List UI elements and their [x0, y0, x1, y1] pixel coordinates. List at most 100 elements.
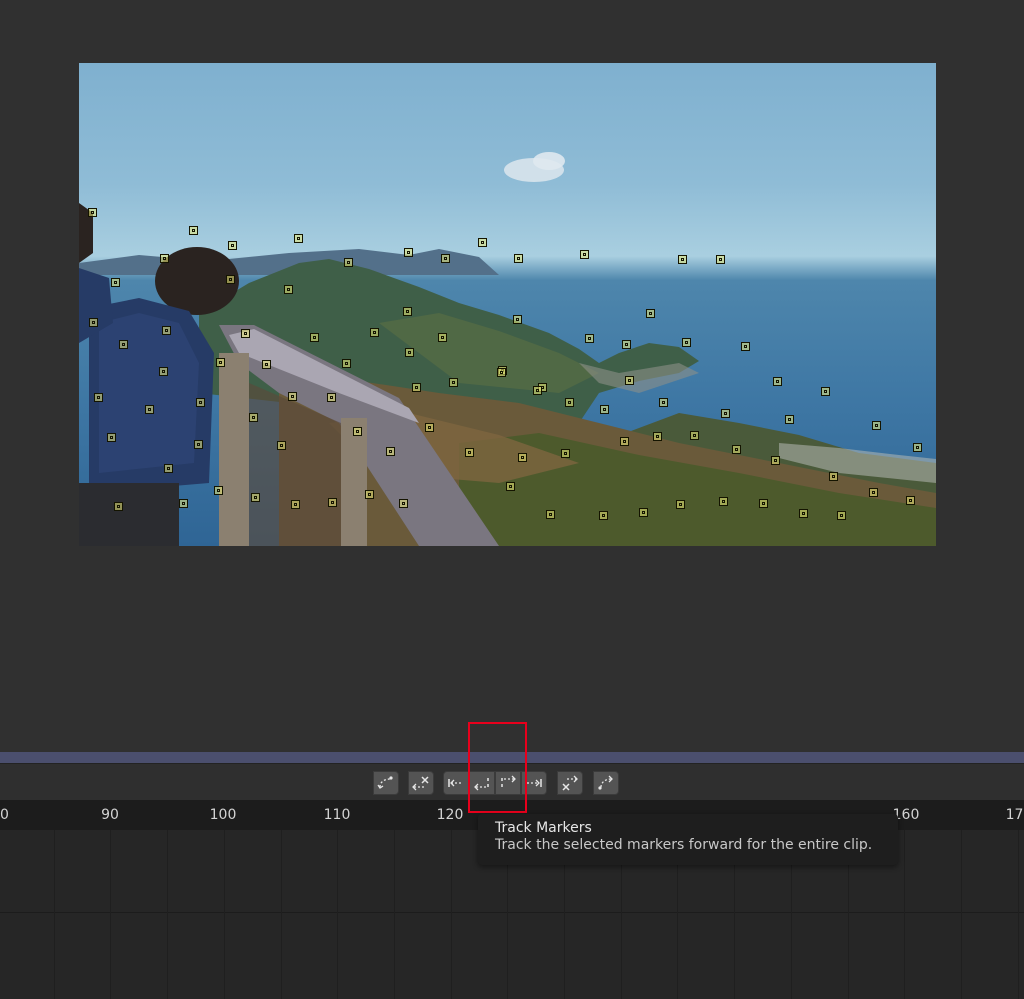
tracking-marker-icon[interactable]: [241, 329, 250, 338]
tracking-marker-icon[interactable]: [600, 405, 609, 414]
tracking-marker-icon[interactable]: [659, 398, 668, 407]
tracking-marker-icon[interactable]: [829, 472, 838, 481]
tracking-marker-icon[interactable]: [214, 486, 223, 495]
tracking-marker-icon[interactable]: [291, 500, 300, 509]
tracking-marker-icon[interactable]: [625, 376, 634, 385]
tracking-marker-icon[interactable]: [561, 449, 570, 458]
tracking-marker-icon[interactable]: [425, 423, 434, 432]
tracking-marker-icon[interactable]: [94, 393, 103, 402]
tracking-marker-icon[interactable]: [799, 509, 808, 518]
track-markers-backward-all-button[interactable]: [443, 771, 469, 795]
tracking-marker-icon[interactable]: [716, 255, 725, 264]
tracking-marker-icon[interactable]: [639, 508, 648, 517]
tracking-marker-icon[interactable]: [676, 500, 685, 509]
tracking-marker-icon[interactable]: [194, 440, 203, 449]
tracking-marker-icon[interactable]: [288, 392, 297, 401]
tracking-marker-icon[interactable]: [533, 386, 542, 395]
tracking-marker-icon[interactable]: [386, 447, 395, 456]
tracking-marker-icon[interactable]: [565, 398, 574, 407]
tracking-marker-icon[interactable]: [399, 499, 408, 508]
tracking-marker-icon[interactable]: [837, 511, 846, 520]
footage-frame[interactable]: [79, 63, 936, 546]
tracking-marker-icon[interactable]: [216, 358, 225, 367]
tracking-marker-icon[interactable]: [88, 208, 97, 217]
tracking-marker-icon[interactable]: [653, 432, 662, 441]
tracking-marker-icon[interactable]: [620, 437, 629, 446]
clear-track-path-forward-button[interactable]: [593, 771, 619, 795]
clip-viewer[interactable]: [0, 0, 1024, 752]
tracking-marker-icon[interactable]: [719, 497, 728, 506]
tracking-marker-icon[interactable]: [277, 441, 286, 450]
area-divider[interactable]: [0, 752, 1024, 764]
tracking-marker-icon[interactable]: [622, 340, 631, 349]
tracking-marker-icon[interactable]: [412, 383, 421, 392]
tracking-marker-icon[interactable]: [251, 493, 260, 502]
tracking-marker-icon[interactable]: [107, 433, 116, 442]
tracking-marker-icon[interactable]: [328, 498, 337, 507]
tracking-marker-icon[interactable]: [759, 499, 768, 508]
clear-track-path-x-button[interactable]: [408, 771, 434, 795]
tracking-marker-icon[interactable]: [682, 338, 691, 347]
tracking-marker-icon[interactable]: [478, 238, 487, 247]
track-markers-forward-button[interactable]: [495, 771, 521, 795]
tracking-marker-icon[interactable]: [344, 258, 353, 267]
tracking-marker-icon[interactable]: [342, 359, 351, 368]
tracking-marker-icon[interactable]: [869, 488, 878, 497]
clear-track-path-after-button[interactable]: [557, 771, 583, 795]
tracking-marker-icon[interactable]: [506, 482, 515, 491]
tracking-marker-icon[interactable]: [249, 413, 258, 422]
tracking-marker-icon[interactable]: [114, 502, 123, 511]
tracking-marker-icon[interactable]: [160, 254, 169, 263]
tracking-marker-icon[interactable]: [196, 398, 205, 407]
clear-track-path-backward-button[interactable]: [373, 771, 399, 795]
tracking-marker-icon[interactable]: [771, 456, 780, 465]
tracking-marker-icon[interactable]: [262, 360, 271, 369]
tracking-marker-icon[interactable]: [514, 254, 523, 263]
tracking-marker-icon[interactable]: [370, 328, 379, 337]
tracking-marker-icon[interactable]: [732, 445, 741, 454]
tracking-marker-icon[interactable]: [518, 453, 527, 462]
tracking-marker-icon[interactable]: [497, 368, 506, 377]
tracking-marker-icon[interactable]: [690, 431, 699, 440]
tracking-marker-icon[interactable]: [465, 448, 474, 457]
tracking-marker-icon[interactable]: [353, 427, 362, 436]
tracking-marker-icon[interactable]: [872, 421, 881, 430]
tracking-marker-icon[interactable]: [189, 226, 198, 235]
tracking-marker-icon[interactable]: [599, 511, 608, 520]
tracking-marker-icon[interactable]: [678, 255, 687, 264]
tracking-marker-icon[interactable]: [365, 490, 374, 499]
tracking-marker-icon[interactable]: [284, 285, 293, 294]
tracking-marker-icon[interactable]: [162, 326, 171, 335]
tracking-marker-icon[interactable]: [741, 342, 750, 351]
tracking-marker-icon[interactable]: [405, 348, 414, 357]
tracking-marker-icon[interactable]: [294, 234, 303, 243]
tracking-marker-icon[interactable]: [580, 250, 589, 259]
tracking-marker-icon[interactable]: [546, 510, 555, 519]
tracking-marker-icon[interactable]: [913, 443, 922, 452]
tracking-marker-icon[interactable]: [145, 405, 154, 414]
tracking-marker-icon[interactable]: [785, 415, 794, 424]
tracking-marker-icon[interactable]: [89, 318, 98, 327]
track-markers-backward-button[interactable]: [469, 771, 495, 795]
tracking-marker-icon[interactable]: [119, 340, 128, 349]
track-markers-forward-all-button[interactable]: [521, 771, 547, 795]
tracking-marker-icon[interactable]: [228, 241, 237, 250]
tracking-marker-icon[interactable]: [179, 499, 188, 508]
tracking-marker-icon[interactable]: [111, 278, 120, 287]
tracking-marker-icon[interactable]: [513, 315, 522, 324]
tracking-marker-icon[interactable]: [773, 377, 782, 386]
tracking-marker-icon[interactable]: [438, 333, 447, 342]
tracking-marker-icon[interactable]: [441, 254, 450, 263]
tracking-marker-icon[interactable]: [310, 333, 319, 342]
tracking-marker-icon[interactable]: [646, 309, 655, 318]
tracking-marker-icon[interactable]: [585, 334, 594, 343]
tracking-marker-icon[interactable]: [906, 496, 915, 505]
tracking-marker-icon[interactable]: [226, 275, 235, 284]
tracking-marker-icon[interactable]: [721, 409, 730, 418]
tracking-marker-icon[interactable]: [404, 248, 413, 257]
tracking-marker-icon[interactable]: [449, 378, 458, 387]
tracking-markers[interactable]: [79, 63, 936, 546]
tracking-marker-icon[interactable]: [821, 387, 830, 396]
tracking-marker-icon[interactable]: [164, 464, 173, 473]
tracking-marker-icon[interactable]: [327, 393, 336, 402]
